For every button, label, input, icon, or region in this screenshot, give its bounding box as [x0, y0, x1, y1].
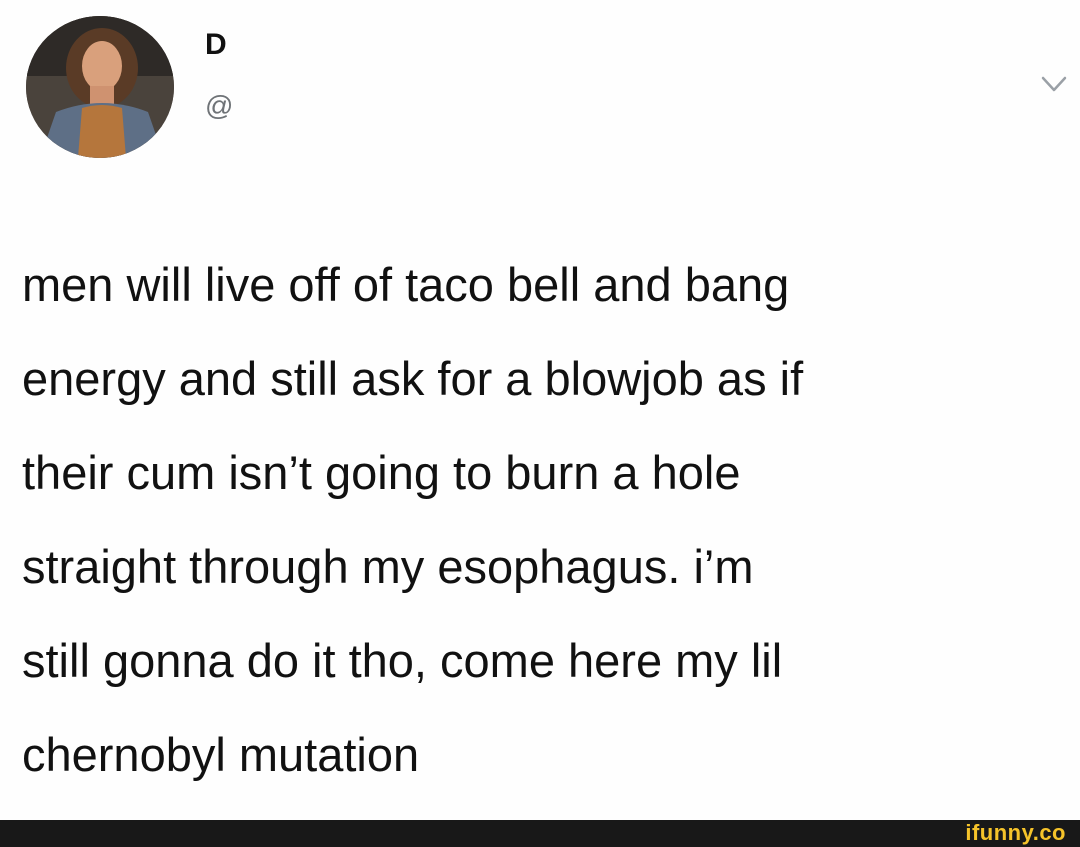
tweet-text: men will live off of taco bell and bang …: [22, 258, 804, 781]
avatar[interactable]: [26, 16, 174, 158]
user-handle[interactable]: @: [205, 92, 233, 120]
avatar-photo: [26, 16, 174, 158]
ifunny-watermark: ifunny.co: [965, 820, 1066, 845]
chevron-down-icon[interactable]: [1040, 72, 1068, 96]
tweet-card: D @ men will live off of taco bell and b…: [0, 0, 1080, 820]
watermark-bar: ifunny.co: [0, 820, 1080, 847]
display-name[interactable]: D: [205, 30, 227, 60]
